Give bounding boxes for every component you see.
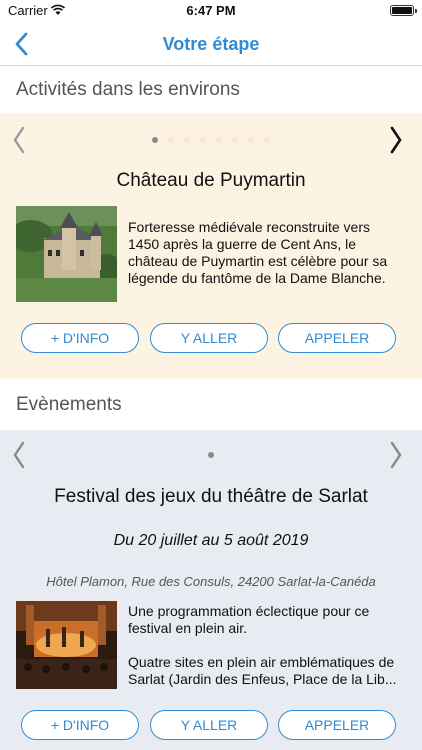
page-dot <box>248 137 254 143</box>
theatre-photo <box>16 601 117 689</box>
event-location: Hôtel Plamon, Rue des Consuls, 24200 Sar… <box>46 574 376 589</box>
description-line: Forteresse médiévale reconstruite vers <box>128 219 370 235</box>
page-dot <box>184 137 190 143</box>
call-button[interactable]: APPELER <box>278 710 396 740</box>
events-header-label: Evènements <box>16 394 122 415</box>
activity-title: Château de Puymartin <box>116 170 306 191</box>
events-section-header: Evènements <box>0 382 422 428</box>
event-title: Festival des jeux du théâtre de Sarlat <box>54 486 368 507</box>
more-info-button[interactable]: + D'INFO <box>21 710 139 740</box>
description-line: festival en plein air. <box>128 620 248 636</box>
page-indicator <box>0 137 422 143</box>
navigation-bar: Votre étape <box>0 22 422 66</box>
page-dot <box>152 137 158 143</box>
page-dot <box>208 452 214 458</box>
page-dot <box>232 137 238 143</box>
activities-section-header: Activités dans les environs <box>0 67 422 113</box>
go-there-button[interactable]: Y ALLER <box>150 710 268 740</box>
activity-description: Forteresse médiévale reconstruite vers 1… <box>128 219 410 287</box>
page-dot <box>168 137 174 143</box>
event-description: Une programmation éclectique pour ce fes… <box>128 603 410 688</box>
page-title: Votre étape <box>162 34 260 54</box>
description-line: 1450 après la guerre de Cent Ans, le <box>128 236 357 252</box>
page-dot <box>200 137 206 143</box>
description-line: Sarlat (Jardin des Enfeus, Place de la L… <box>128 671 397 687</box>
event-date: Du 20 juillet au 5 août 2019 <box>113 532 309 549</box>
description-line: Une programmation éclectique pour ce <box>128 603 370 619</box>
page-dot <box>264 137 270 143</box>
event-card: Festival des jeux du théâtre de Sarlat D… <box>0 430 422 750</box>
page-indicator <box>0 452 422 458</box>
description-line: légende du fantôme de la Dame Blanche. <box>128 270 386 286</box>
activity-card: Château de Puymartin Forteresse médiéval… <box>0 113 422 379</box>
activities-header-label: Activités dans les environs <box>16 79 240 100</box>
description-line: château de Puymartin est célèbre pour sa <box>128 253 388 269</box>
description-line: Quatre sites en plein air emblématiques … <box>128 654 395 670</box>
call-button[interactable]: APPELER <box>278 323 396 353</box>
clock: 6:47 PM <box>186 3 236 18</box>
chateau-photo <box>16 206 117 302</box>
go-there-button[interactable]: Y ALLER <box>150 323 268 353</box>
page-dot <box>216 137 222 143</box>
more-info-button[interactable]: + D'INFO <box>21 323 139 353</box>
battery-icon <box>390 5 417 16</box>
status-bar: Carrier 6:47 PM <box>0 0 422 22</box>
